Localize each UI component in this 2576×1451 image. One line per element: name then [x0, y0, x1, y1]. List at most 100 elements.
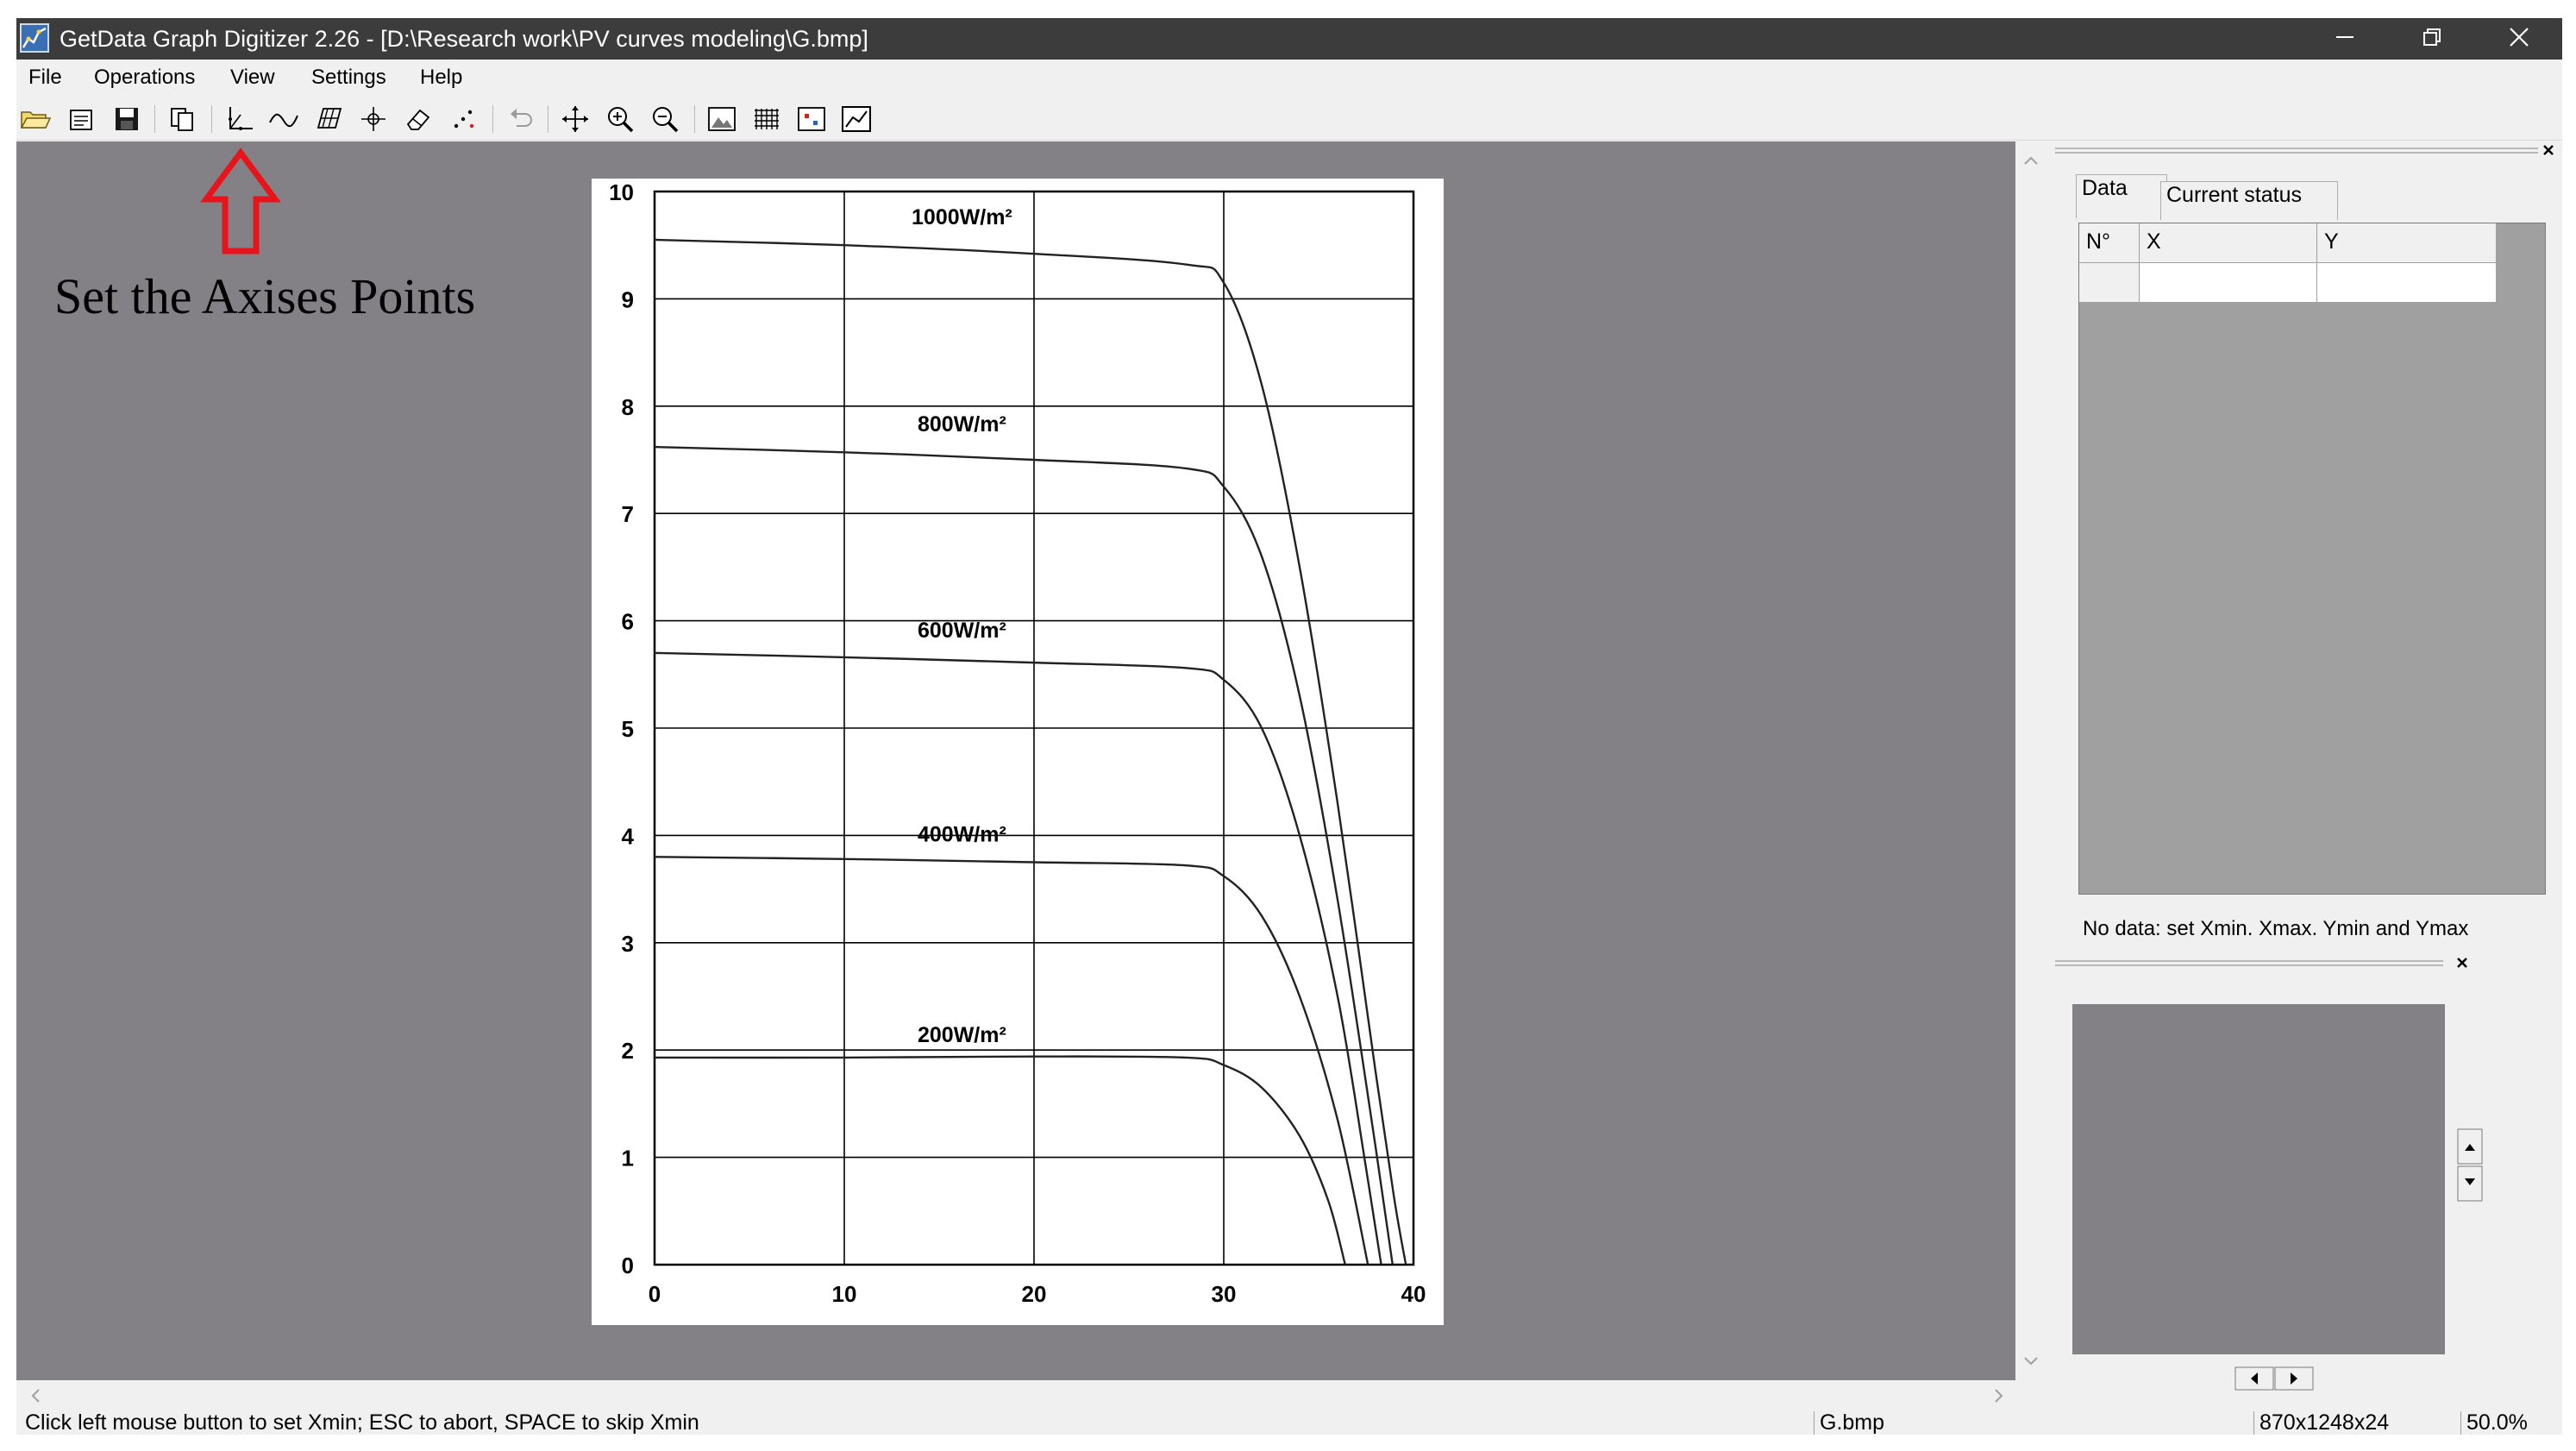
restore-button[interactable] — [2388, 18, 2474, 60]
curve-label-3: 400W/m² — [918, 822, 1006, 846]
point-set-button[interactable] — [446, 104, 480, 135]
copy-icon — [171, 108, 193, 131]
pan-button[interactable] — [558, 104, 592, 135]
zoom-out-button[interactable] — [648, 104, 682, 135]
close-preview-icon[interactable] — [2454, 954, 2473, 971]
eraser-button[interactable] — [401, 104, 436, 135]
curve-label-4: 200W/m² — [918, 1023, 1006, 1047]
curve-label-0: 1000W/m² — [912, 205, 1012, 229]
curve-series-0 — [654, 238, 1407, 1266]
horizontal-scrollbar[interactable] — [16, 1380, 2015, 1411]
up-arrow-icon — [200, 148, 281, 254]
undo-button[interactable] — [503, 104, 537, 135]
vertical-scrollbar[interactable] — [2015, 141, 2046, 1380]
grid-icon — [755, 109, 779, 129]
status-image-dims: 870x1248x24 — [2253, 1411, 2389, 1435]
tab-data[interactable]: Data — [2076, 174, 2167, 218]
point-capture-button[interactable] — [356, 104, 391, 135]
save-icon — [116, 108, 138, 130]
point-capture-icon — [361, 107, 385, 131]
close-icon — [2510, 28, 2529, 47]
set-axis-points-button[interactable] — [222, 104, 256, 135]
pan-icon — [562, 106, 588, 132]
copy-button[interactable] — [165, 104, 199, 135]
curve-series-4 — [654, 1055, 1346, 1266]
grid-status-text: No data: set Xmin, Xmax, Ymin and Ymax — [2083, 918, 2469, 935]
data-grid[interactable]: N° X Y — [2078, 223, 2546, 895]
digitize-area-button[interactable] — [311, 104, 346, 135]
minimize-button[interactable] — [2302, 18, 2388, 60]
title-bar[interactable]: GetData Graph Digitizer 2.26 - [D:\Resea… — [16, 18, 2562, 60]
x-tick-label-2: 20 — [1022, 1281, 1047, 1307]
menu-bar: File Operations View Settings Help — [16, 60, 2562, 96]
column-header-x: X — [2140, 223, 2317, 263]
x-value-cell[interactable] — [2140, 263, 2317, 303]
y-tick-label-1: 1 — [622, 1146, 634, 1171]
pv-curves-chart[interactable]: 0 10 20 30 40 0 1 2 3 4 5 6 7 8 9 10 1000W/m² 800W/m² 600W… — [592, 179, 1444, 1325]
show-graph-button[interactable] — [839, 104, 874, 135]
x-tick-label-3: 30 — [1212, 1281, 1237, 1307]
toolbar — [16, 97, 2562, 141]
y-tick-label-8: 8 — [622, 394, 634, 420]
preview-horizontal-spinner[interactable] — [2234, 1366, 2314, 1391]
show-graph-icon — [842, 106, 871, 132]
open-button[interactable] — [18, 104, 53, 135]
scroll-left-icon — [31, 1389, 40, 1403]
zoom-in-button[interactable] — [603, 104, 637, 135]
graph-image[interactable]: 0 10 20 30 40 0 1 2 3 4 5 6 7 8 9 10 1000W/m² 800W/m² 600W… — [592, 179, 1444, 1325]
preview-vertical-spinner[interactable] — [2457, 1128, 2483, 1203]
y-tick-label-3: 3 — [622, 931, 634, 957]
tab-current-status[interactable]: Current status — [2160, 181, 2338, 220]
x-tick-label-4: 40 — [1401, 1281, 1426, 1307]
zoom-in-icon — [608, 107, 634, 133]
zoom-out-icon — [653, 107, 679, 133]
eraser-icon — [406, 109, 430, 130]
open-folder-icon — [20, 111, 52, 129]
restore-icon — [2423, 28, 2441, 46]
grid-button[interactable] — [749, 104, 784, 135]
x-tick-label-0: 0 — [649, 1281, 661, 1307]
curve-series-1 — [654, 445, 1394, 1266]
show-points-icon — [798, 107, 825, 131]
column-header-n: N° — [2079, 223, 2140, 263]
close-panel-icon[interactable] — [2540, 141, 2559, 159]
y-tick-label-5: 5 — [622, 716, 634, 742]
y-tick-label-7: 7 — [622, 501, 634, 527]
auto-trace-lines-icon — [269, 113, 298, 128]
scan-button[interactable] — [65, 104, 99, 135]
menu-view[interactable]: View — [230, 65, 275, 91]
show-image-button[interactable] — [705, 104, 739, 135]
menu-operations[interactable]: Operations — [94, 65, 195, 91]
status-zoom: 50.0% — [2460, 1411, 2528, 1435]
y-value-cell[interactable] — [2317, 263, 2497, 303]
save-button[interactable] — [110, 104, 144, 135]
scroll-right-icon — [1995, 1389, 2003, 1403]
menu-settings[interactable]: Settings — [311, 65, 386, 91]
curve-label-2: 600W/m² — [918, 619, 1006, 643]
x-tick-label-1: 10 — [832, 1281, 857, 1307]
column-header-y: Y — [2317, 223, 2497, 263]
row-header-cell — [2079, 263, 2140, 303]
scroll-up-icon — [2024, 156, 2038, 165]
window-title: GetData Graph Digitizer 2.26 - [D:\Resea… — [60, 26, 868, 52]
y-tick-label-0: 0 — [622, 1253, 634, 1278]
show-image-icon — [708, 107, 736, 131]
show-points-button[interactable] — [794, 104, 829, 135]
status-bar: Click left mouse button to set Xmin; ESC… — [16, 1411, 2562, 1435]
menu-help[interactable]: Help — [420, 65, 462, 91]
auto-trace-button[interactable] — [266, 104, 301, 135]
app-window: GetData Graph Digitizer 2.26 - [D:\Resea… — [16, 18, 2562, 1435]
y-tick-label-4: 4 — [622, 823, 635, 849]
app-logo-icon — [20, 23, 49, 53]
curve-series-3 — [654, 856, 1369, 1266]
curve-series-2 — [654, 651, 1382, 1266]
menu-file[interactable]: File — [28, 65, 62, 91]
curve-label-1: 800W/m² — [918, 412, 1006, 437]
status-filename: G.bmp — [1814, 1411, 1884, 1435]
close-button[interactable] — [2476, 18, 2562, 60]
axis-points-icon — [229, 107, 253, 130]
y-tick-label-6: 6 — [622, 609, 634, 635]
data-panel: Data Current status N° X Y No data: set … — [2046, 141, 2562, 1411]
y-tick-label-2: 2 — [622, 1038, 634, 1064]
undo-icon — [511, 109, 532, 127]
